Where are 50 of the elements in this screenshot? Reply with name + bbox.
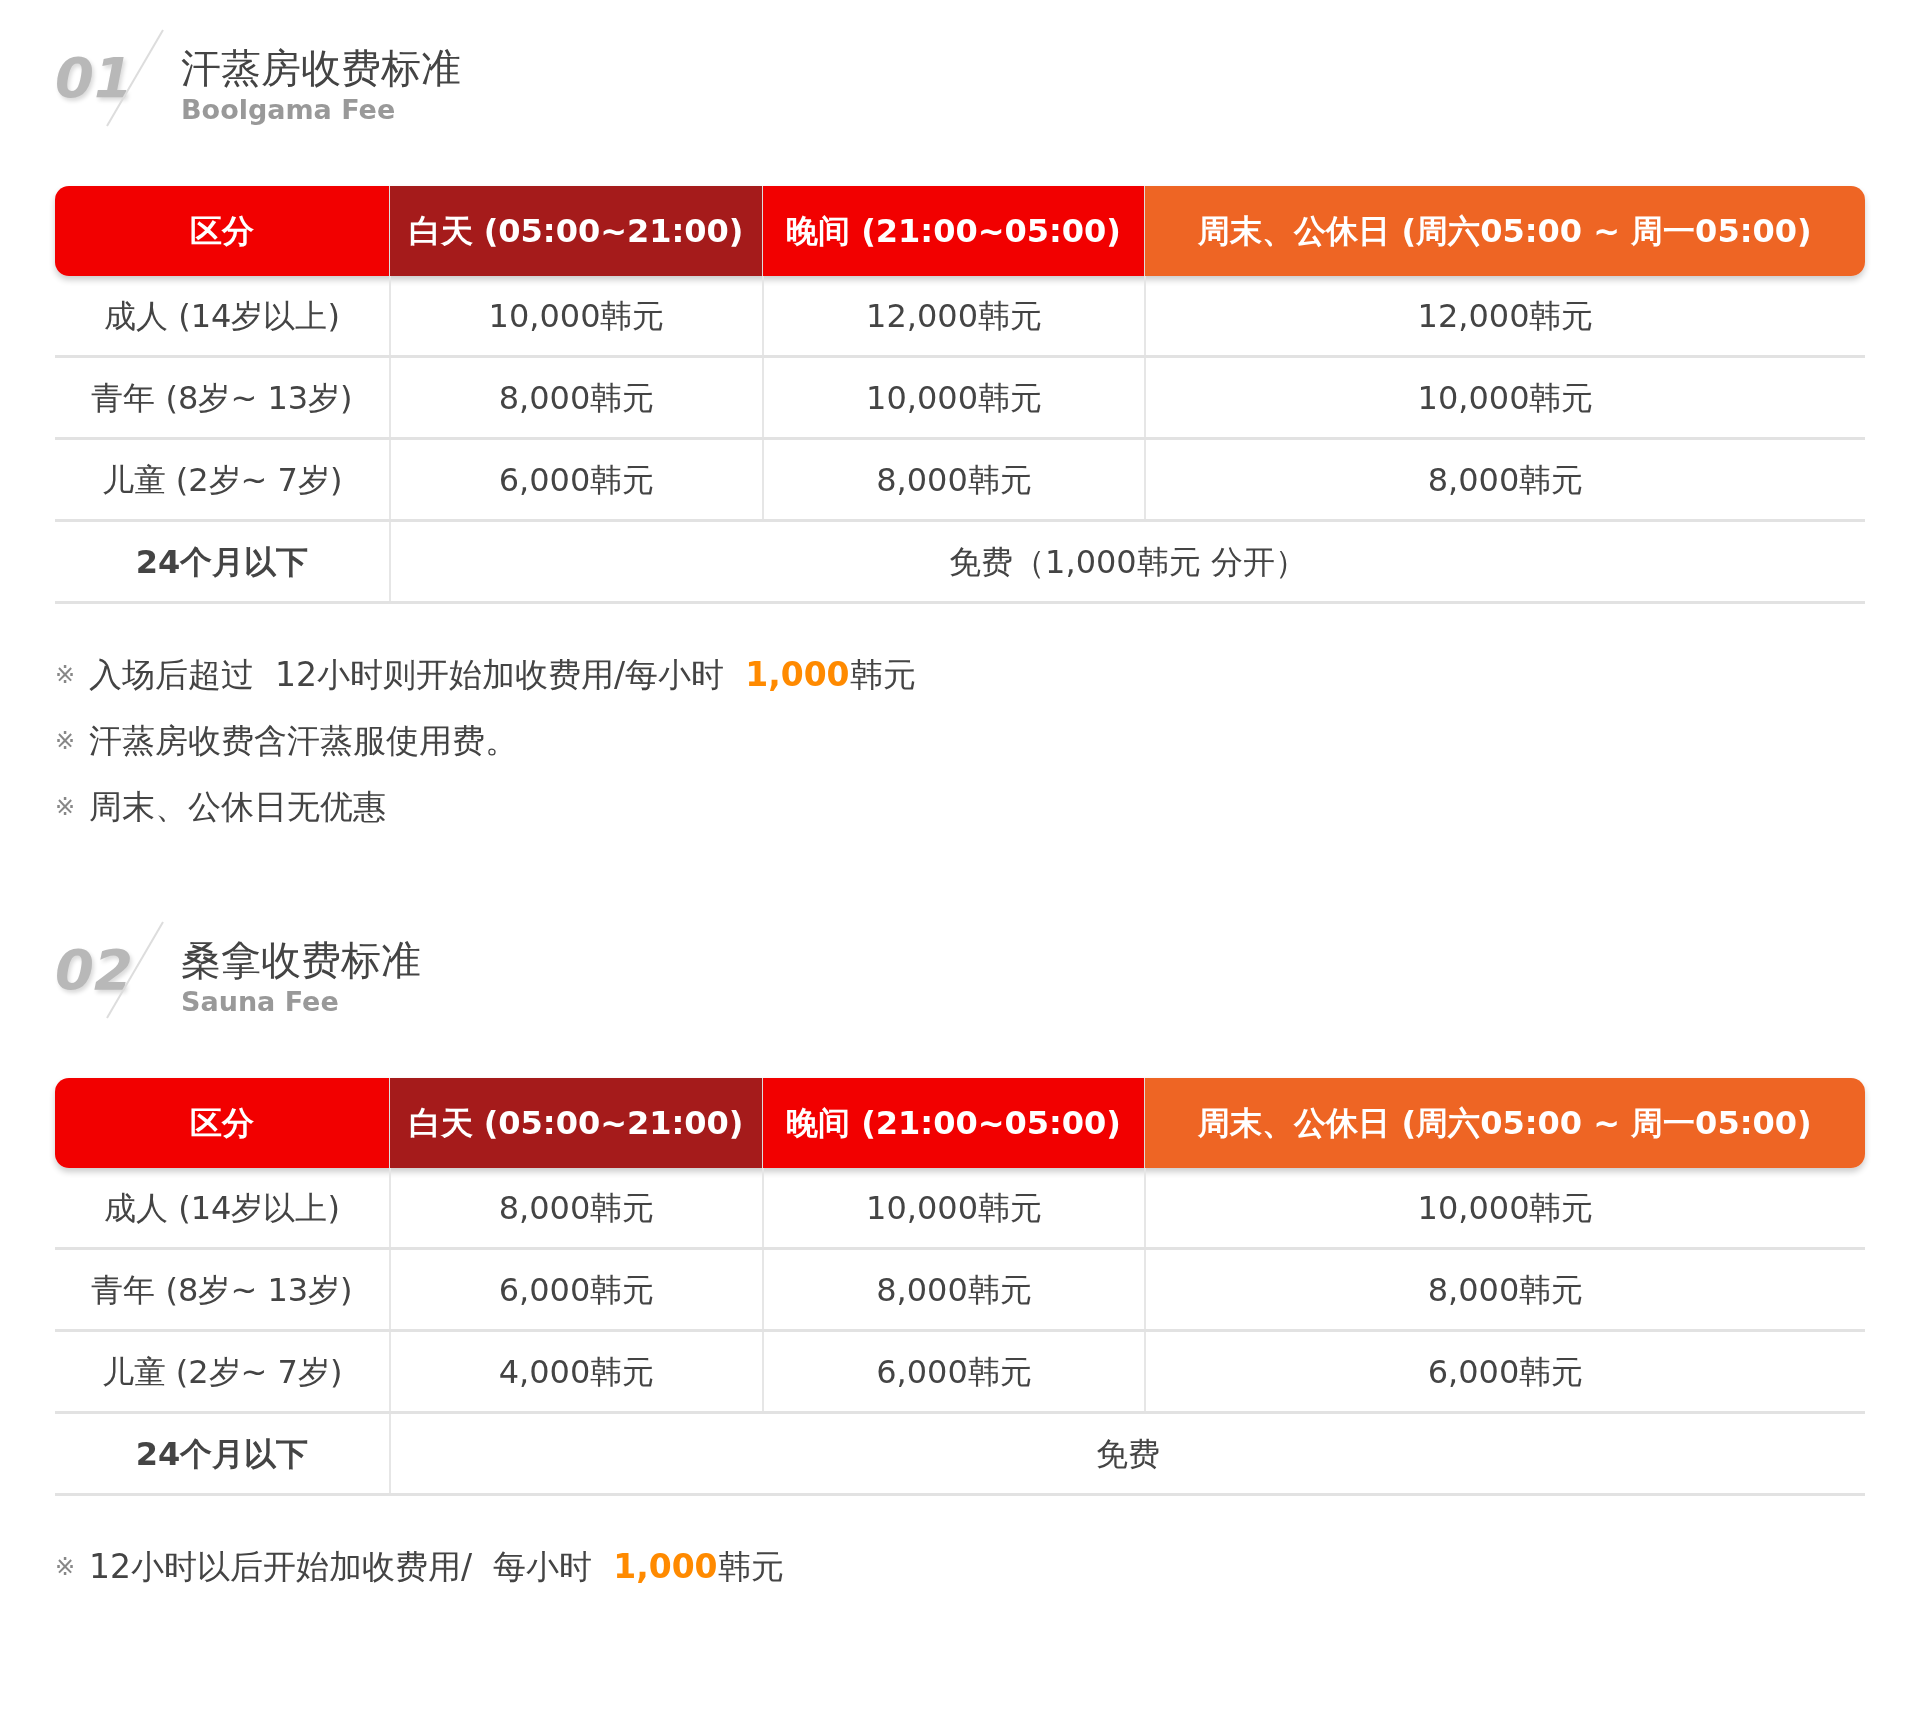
table-cell: 10,000韩元 [1144,1168,1865,1247]
table-cell-text: 青年 (8岁~ 13岁) [90,1269,354,1311]
section-number: 01 [55,50,133,106]
section-title: 桑拿收费标准 [181,936,421,985]
table-cell: 4,000韩元 [389,1332,762,1411]
column-header: 白天 (05:00~21:00) [389,1078,762,1168]
table-cell: 6,000韩元 [389,1250,762,1329]
note-text: 12小时以后开始加收费用/ 每小时 1,000韩元 [89,1546,784,1588]
note-text: 入场后超过 12小时则开始加收费用/每小时 1,000韩元 [89,654,916,696]
note-mark: ※ [55,726,76,757]
note-text: 周末、公休日无优惠 [89,786,387,828]
note-mark: ※ [55,1552,76,1583]
table-cell-text: 成人 (14岁以上) [103,295,341,337]
table-cell-text: 青年 (8岁~ 13岁) [90,377,354,419]
table-cell: 8,000韩元 [762,1250,1144,1329]
table-cell: 12,000韩元 [1144,276,1865,355]
section-subtitle: Sauna Fee [181,986,340,1018]
note-text: 汗蒸房收费含汗蒸服使用费。 [89,720,519,762]
column-header: 区分 [55,186,389,276]
section-subtitle: Boolgama Fee [181,94,397,126]
table-cell-text: 儿童 (2岁~ 7岁) [100,459,344,501]
table-cell-text: 24个月以下 [134,541,310,583]
table-cell: 8,000韩元 [762,440,1144,519]
table-cell-text: 24个月以下 [134,1433,310,1475]
table-cell: 10,000韩元 [389,276,762,355]
table-cell: 6,000韩元 [762,1332,1144,1411]
section-number: 02 [55,942,133,998]
table-cell: 10,000韩元 [762,358,1144,437]
table-cell: 6,000韩元 [1144,1332,1865,1411]
section-title: 汗蒸房收费标准 [181,44,461,93]
table-cell: 免费 [389,1414,1865,1493]
column-header: 周末、公休日 (周六05:00 ~ 周一05:00) [1144,1078,1865,1168]
table-cell-text: 成人 (14岁以上) [103,1187,341,1229]
column-header: 晚间 (21:00~05:00) [762,1078,1144,1168]
column-header: 晚间 (21:00~05:00) [762,186,1144,276]
table-cell: 8,000韩元 [389,358,762,437]
note-mark: ※ [55,792,76,823]
table-cell: 10,000韩元 [762,1168,1144,1247]
table-cell-text: 儿童 (2岁~ 7岁) [100,1351,344,1393]
column-header: 区分 [55,1078,389,1168]
note-mark: ※ [55,660,76,691]
table-cell: 10,000韩元 [1144,358,1865,437]
table-cell: 6,000韩元 [389,440,762,519]
table-cell: 8,000韩元 [1144,1250,1865,1329]
column-header: 周末、公休日 (周六05:00 ~ 周一05:00) [1144,186,1865,276]
table-cell: 8,000韩元 [1144,440,1865,519]
table-cell: 免费（1,000韩元 分开） [389,522,1865,601]
column-header: 白天 (05:00~21:00) [389,186,762,276]
table-cell: 8,000韩元 [389,1168,762,1247]
table-cell: 12,000韩元 [762,276,1144,355]
